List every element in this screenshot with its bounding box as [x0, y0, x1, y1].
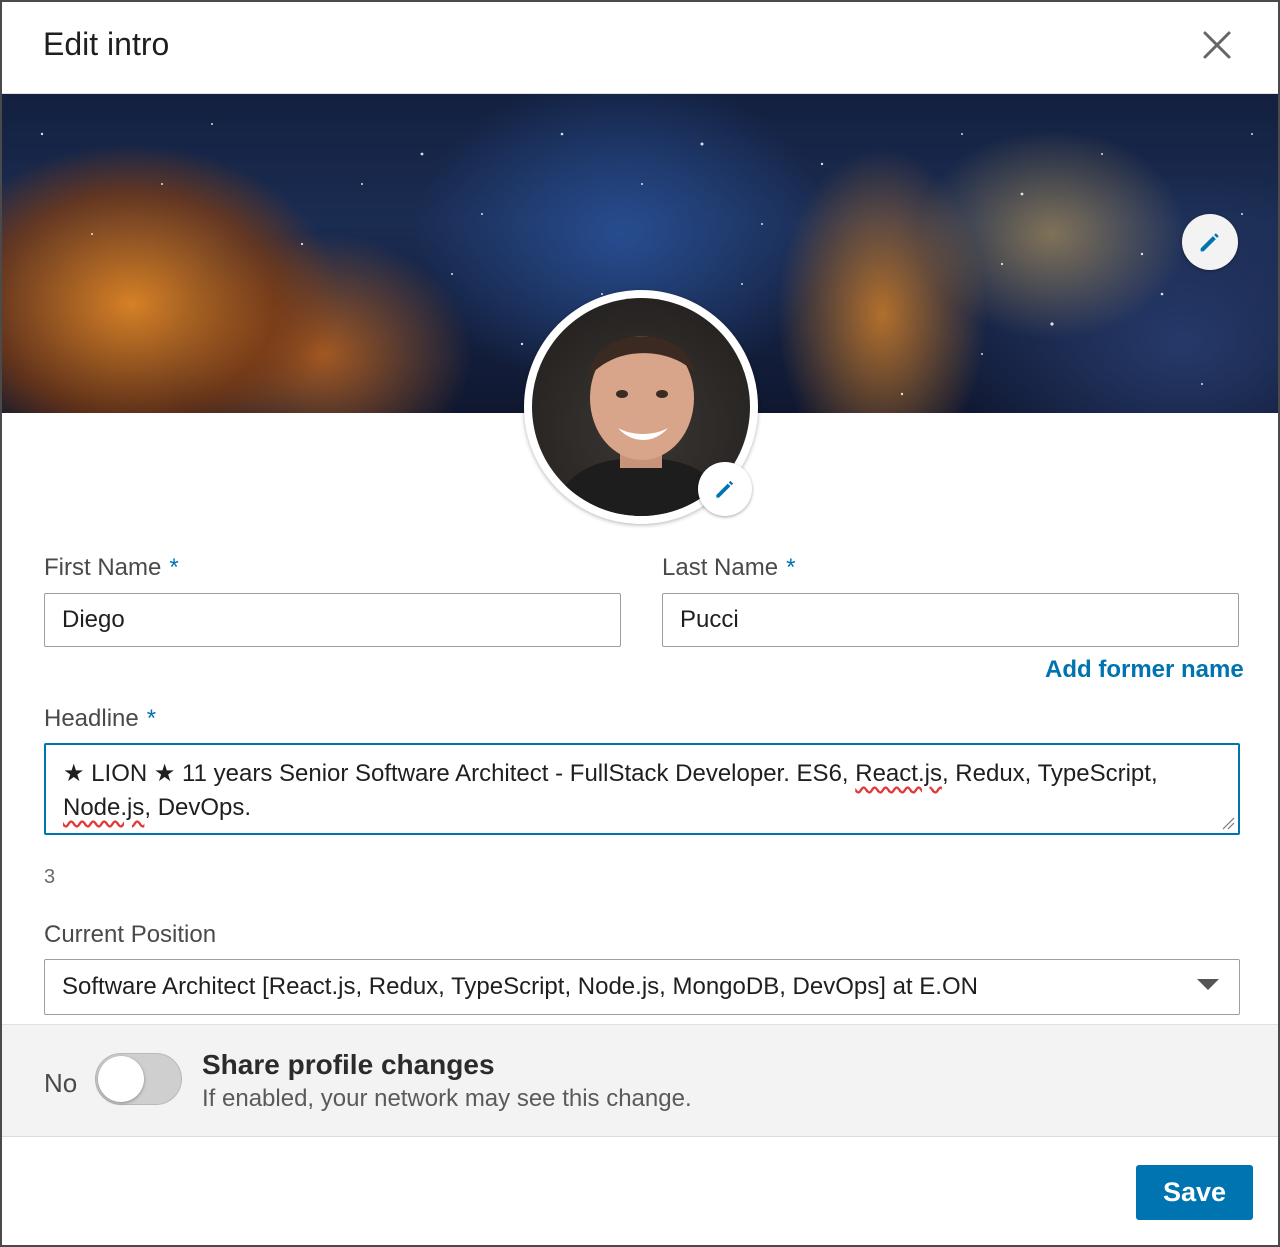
edit-photo-button[interactable] — [698, 462, 752, 516]
toggle-state-label: No — [44, 1068, 78, 1098]
first-name-label-text: First Name — [44, 554, 162, 581]
headline-textarea[interactable]: ★ LION ★ 11 years Senior Software Archit… — [44, 743, 1240, 835]
last-name-field[interactable]: Pucci — [662, 593, 1239, 647]
first-name-field[interactable]: Diego — [44, 593, 621, 647]
toggle-knob — [98, 1056, 144, 1102]
headline-label: Headline * — [44, 705, 156, 733]
first-name-label: First Name * — [44, 554, 179, 582]
dialog-header: Edit intro — [2, 2, 1278, 94]
headline-label-text: Headline — [44, 705, 139, 732]
last-name-label: Last Name * — [662, 554, 795, 582]
headline-text-part: , DevOps. — [144, 794, 252, 821]
share-subtitle: If enabled, your network may see this ch… — [202, 1085, 692, 1112]
edit-intro-dialog: Edit intro First Name * Diego Last Name … — [0, 0, 1280, 1247]
pencil-icon — [716, 480, 734, 498]
save-button[interactable]: Save — [1136, 1165, 1253, 1220]
spellcheck-word: Node.js — [63, 794, 145, 821]
share-profile-changes-panel — [2, 1024, 1278, 1137]
close-icon — [1203, 31, 1231, 59]
headline-character-counter: 3 — [44, 866, 56, 888]
spellcheck-word: React.js — [855, 760, 942, 787]
share-title: Share profile changes — [202, 1049, 495, 1080]
share-profile-changes-toggle[interactable] — [95, 1053, 182, 1105]
required-mark: * — [786, 554, 796, 581]
current-position-select[interactable]: Software Architect [React.js, Redux, Typ… — [44, 959, 1240, 1015]
required-mark: * — [169, 554, 179, 581]
current-position-label: Current Position — [44, 921, 217, 948]
headline-text-part: ★ LION ★ 11 years Senior Software Archit… — [63, 760, 856, 787]
pencil-icon — [1200, 233, 1219, 252]
dialog-title: Edit intro — [43, 26, 170, 62]
last-name-label-text: Last Name — [662, 554, 779, 581]
resize-handle-icon[interactable] — [1221, 816, 1235, 830]
required-mark: * — [146, 705, 157, 732]
close-button[interactable] — [1192, 20, 1242, 70]
chevron-down-icon — [1197, 979, 1219, 990]
headline-text-part: , Redux, TypeScript, — [941, 760, 1158, 787]
edit-banner-button[interactable] — [1182, 214, 1238, 270]
add-former-name-link[interactable]: Add former name — [1045, 656, 1244, 684]
